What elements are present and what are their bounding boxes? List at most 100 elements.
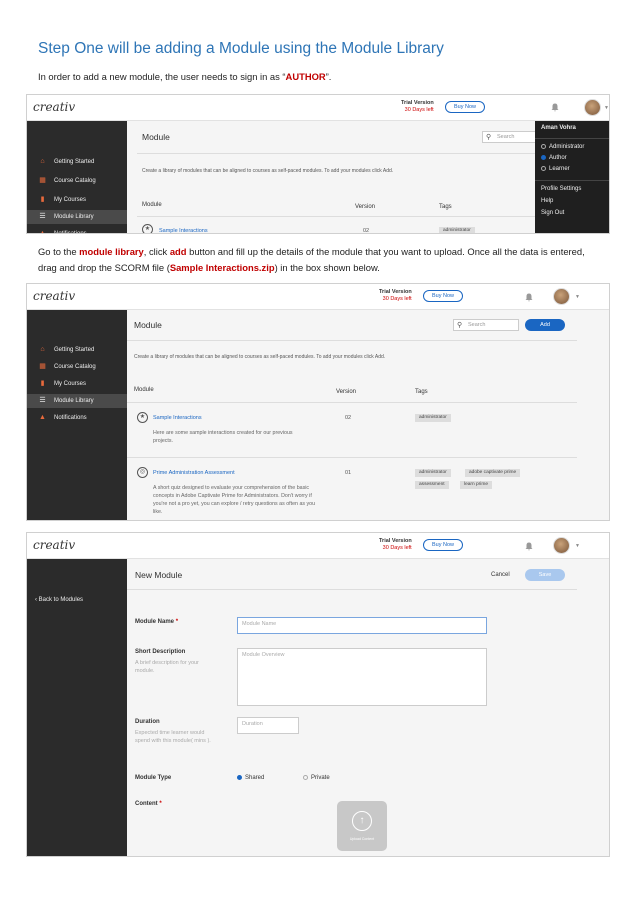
chevron-down-icon[interactable]: ▼ xyxy=(604,105,609,111)
radio-icon xyxy=(237,775,242,780)
save-button[interactable]: Save xyxy=(525,569,565,581)
col-version: Version xyxy=(336,389,357,395)
app-topbar: creativ Trial Version 30 Days left Buy N… xyxy=(27,95,609,121)
bell-icon[interactable] xyxy=(525,542,533,551)
divider xyxy=(127,340,577,341)
home-icon: ⌂ xyxy=(40,346,45,353)
screenshot-module-list: creativ Trial Version 30 Days left Buy N… xyxy=(26,283,610,521)
sidebar-item-notifications[interactable]: ▲ Notifications xyxy=(27,227,127,233)
instructions-paragraph: Go to the module library, click add butt… xyxy=(38,246,585,273)
search-input[interactable]: ⚲ Search xyxy=(453,319,519,331)
intro-paragraph: In order to add a new module, the user n… xyxy=(38,71,332,82)
role-administrator[interactable]: Administrator xyxy=(541,144,584,150)
module-description: Here are some sample interactions create… xyxy=(153,430,293,444)
bell-icon[interactable] xyxy=(525,293,533,302)
buy-now-button[interactable]: Buy Now xyxy=(423,539,463,551)
search-icon: ⚲ xyxy=(457,322,463,329)
sidebar: ‹ Back to Modules xyxy=(27,559,127,856)
avatar[interactable] xyxy=(553,537,570,554)
module-name-label: Module Name * xyxy=(135,619,179,625)
type-shared-radio[interactable]: Shared xyxy=(237,775,264,781)
quiz-icon: ◎ xyxy=(137,467,148,478)
sidebar-item-my-courses[interactable]: ▮ My Courses xyxy=(27,193,127,207)
module-link[interactable]: Sample Interactions xyxy=(153,415,202,421)
back-to-modules-link[interactable]: ‹ Back to Modules xyxy=(27,593,127,607)
cancel-button[interactable]: Cancel xyxy=(491,572,510,578)
grid-icon: ▦ xyxy=(39,363,46,370)
divider xyxy=(127,589,577,590)
search-icon: ⚲ xyxy=(486,134,492,141)
col-tags: Tags xyxy=(415,389,428,395)
app-logo: creativ xyxy=(33,100,76,114)
sidebar-item-getting-started[interactable]: ⌂ Getting Started xyxy=(27,155,127,169)
divider xyxy=(127,402,577,403)
author-highlight: AUTHOR xyxy=(285,71,326,82)
col-module: Module xyxy=(142,202,162,208)
sidebar-item-getting-started[interactable]: ⌂ Getting Started xyxy=(27,343,127,357)
module-link[interactable]: Prime Administration Assessment xyxy=(153,470,235,476)
new-module-title: New Module xyxy=(135,570,183,580)
duration-input[interactable]: Duration xyxy=(237,717,299,734)
col-version: Version xyxy=(355,204,376,210)
avatar[interactable] xyxy=(584,99,601,116)
duration-label: Duration xyxy=(135,719,160,725)
menu-help[interactable]: Help xyxy=(541,198,553,204)
short-description-input[interactable]: Module Overview xyxy=(237,648,487,706)
trial-info: Trial Version 30 Days left xyxy=(379,289,412,302)
module-link[interactable]: Sample Interactions xyxy=(159,228,208,233)
module-type-label: Module Type xyxy=(135,775,172,781)
star-icon: ★ xyxy=(137,412,148,423)
sidebar-item-module-library[interactable]: ☰ Module Library xyxy=(27,210,127,224)
app-logo: creativ xyxy=(33,289,76,303)
upload-label: Upload Content xyxy=(349,837,375,841)
chevron-down-icon[interactable]: ▼ xyxy=(575,543,580,549)
sidebar-item-module-library[interactable]: ☰ Module Library xyxy=(27,394,127,408)
tag: learn prime xyxy=(460,481,492,489)
screenshot-module-library-login: creativ Trial Version 30 Days left Buy N… xyxy=(26,94,610,234)
type-private-radio[interactable]: Private xyxy=(303,775,330,781)
home-icon: ⌂ xyxy=(40,158,45,165)
user-menu: Aman Vohra Administrator Author Learner … xyxy=(535,121,609,233)
short-description-help: A brief description for your module. xyxy=(135,660,199,674)
add-button[interactable]: Add xyxy=(525,319,565,331)
radio-icon xyxy=(541,155,546,160)
sidebar: ⌂ Getting Started ▦ Course Catalog ▮ My Cou… xyxy=(27,121,127,233)
col-module: Module xyxy=(134,387,154,393)
library-description: Create a library of modules that can be … xyxy=(142,168,394,174)
screenshot-new-module-form: creativ Trial Version 30 Days left Buy N… xyxy=(26,532,610,857)
sidebar-item-course-catalog[interactable]: ▦ Course Catalog xyxy=(27,360,127,374)
divider xyxy=(535,138,609,139)
module-icon: ★ xyxy=(142,224,153,233)
sidebar-item-notifications[interactable]: ▲ Notifications xyxy=(27,411,127,425)
divider xyxy=(535,180,609,181)
role-author[interactable]: Author xyxy=(541,155,567,161)
avatar[interactable] xyxy=(553,288,570,305)
bell-icon[interactable] xyxy=(551,103,559,112)
book-icon: ▮ xyxy=(40,196,45,203)
module-description: A short quiz designed to evaluate your c… xyxy=(153,485,316,515)
sidebar-item-my-courses[interactable]: ▮ My Courses xyxy=(27,377,127,391)
tag: administrator xyxy=(415,469,451,477)
menu-profile-settings[interactable]: Profile Settings xyxy=(541,186,581,192)
sidebar: ⌂ Getting Started ▦ Course Catalog ▮ My Cou… xyxy=(27,310,127,520)
menu-sign-out[interactable]: Sign Out xyxy=(541,210,564,216)
upload-arrow-icon: ↑ xyxy=(352,811,372,831)
chevron-down-icon[interactable]: ▼ xyxy=(575,294,580,300)
library-description: Create a library of modules that can be … xyxy=(134,354,386,360)
bell-icon: ▲ xyxy=(39,414,46,421)
grid-icon: ▦ xyxy=(39,177,46,184)
module-name-input[interactable]: Module Name xyxy=(237,617,487,634)
role-learner[interactable]: Learner xyxy=(541,166,570,172)
col-tags: Tags xyxy=(439,204,452,210)
tag: administrator xyxy=(439,227,475,233)
user-name: Aman Vohra xyxy=(541,125,576,131)
radio-icon xyxy=(541,144,546,149)
module-title: Module xyxy=(134,320,162,330)
sidebar-item-course-catalog[interactable]: ▦ Course Catalog xyxy=(27,174,127,188)
buy-now-button[interactable]: Buy Now xyxy=(423,290,463,302)
buy-now-button[interactable]: Buy Now xyxy=(445,101,485,113)
upload-dropzone[interactable]: ↑ Upload Content xyxy=(337,801,387,851)
list-icon: ☰ xyxy=(39,397,46,404)
app-logo: creativ xyxy=(33,538,76,552)
short-description-label: Short Description xyxy=(135,649,186,655)
